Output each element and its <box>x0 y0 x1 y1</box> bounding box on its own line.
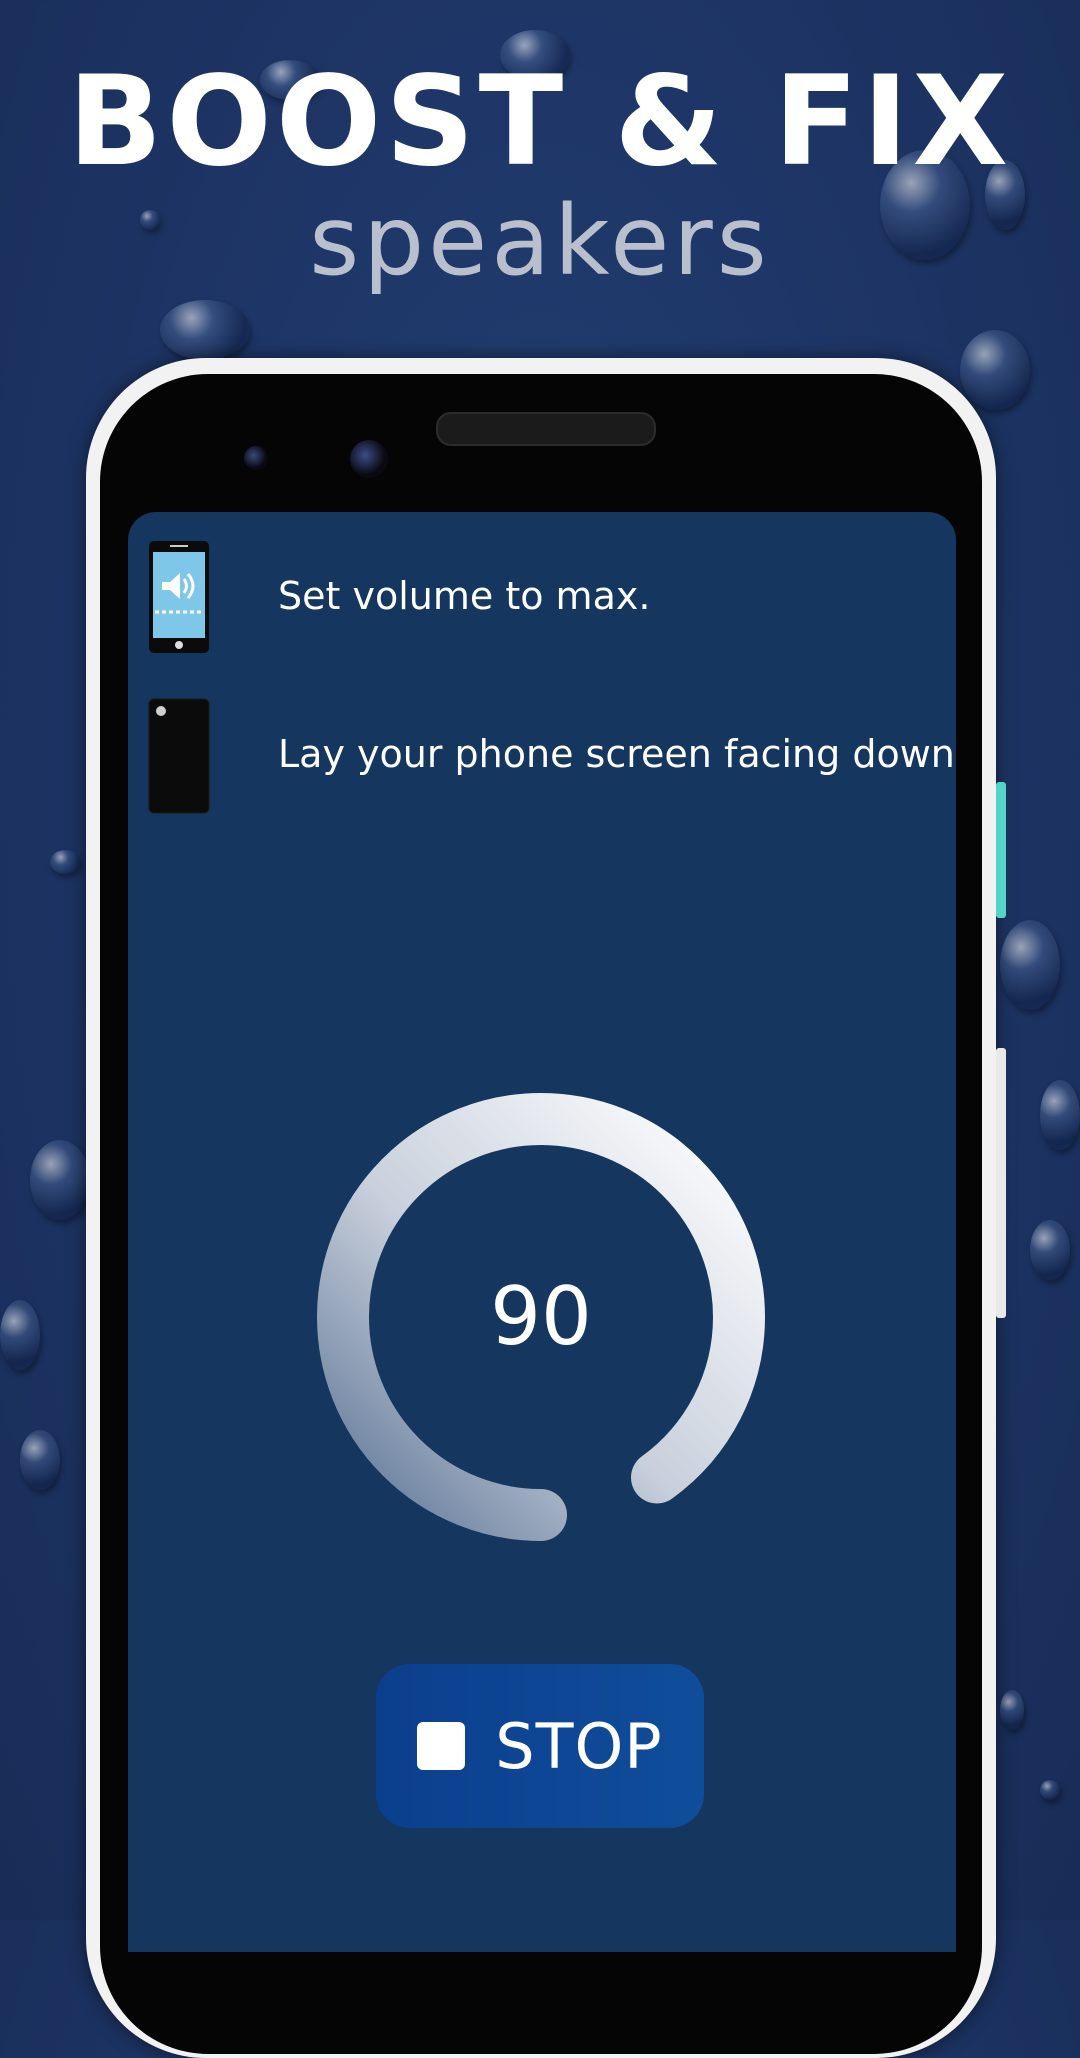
promo-subline: speakers <box>309 185 771 297</box>
stop-button[interactable]: STOP <box>376 1664 704 1828</box>
earpiece-speaker <box>436 412 656 446</box>
app-screen: Set volume to max. Lay your phone screen… <box>128 512 956 1952</box>
promo-headline: BOOST & FIX <box>67 50 1013 194</box>
stop-button-label: STOP <box>495 1709 663 1783</box>
sensor-dot <box>244 446 268 470</box>
step-text: Lay your phone screen facing down. <box>278 732 956 776</box>
volume-rocker <box>996 1048 1006 1318</box>
phone-face-down-icon <box>148 698 210 818</box>
stop-icon <box>417 1722 466 1770</box>
step-item-face-down: Lay your phone screen facing down. <box>128 698 956 818</box>
progress-ring: 90 <box>316 1092 766 1542</box>
front-camera <box>350 440 388 478</box>
progress-value: 90 <box>490 1270 592 1363</box>
step-item-volume: Set volume to max. <box>128 536 956 656</box>
power-button <box>996 782 1006 918</box>
step-text: Set volume to max. <box>278 574 651 618</box>
phone-volume-icon <box>148 540 210 658</box>
